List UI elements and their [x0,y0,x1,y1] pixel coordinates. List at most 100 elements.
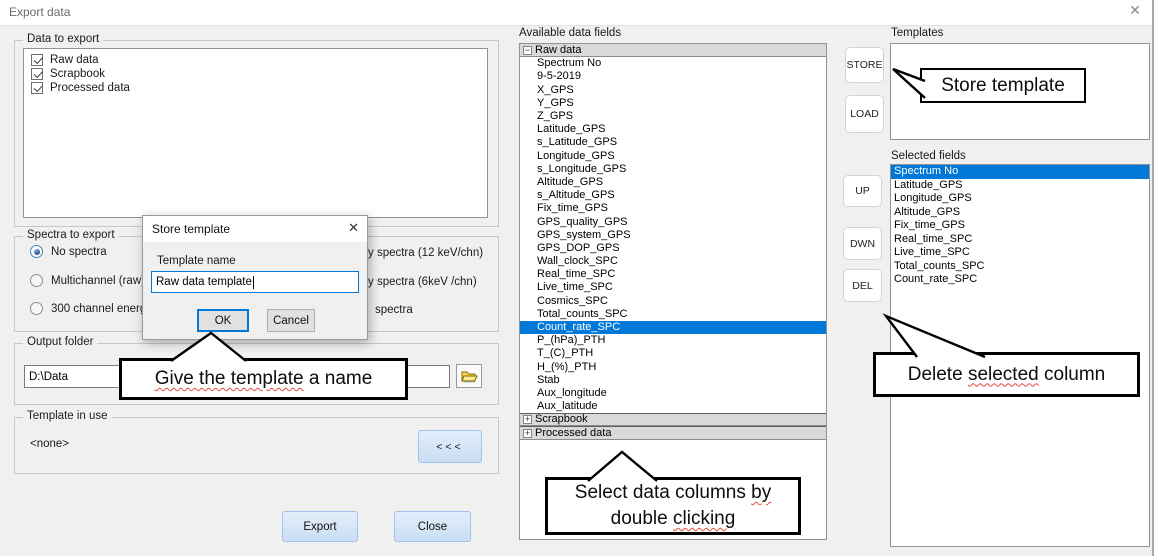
tree-item-row[interactable]: P_(hPa)_PTH [520,334,826,347]
tree-item-row[interactable]: X_GPS [520,84,826,97]
output-folder-label: Output folder [23,336,97,348]
checkbox-label: Processed data [50,82,130,94]
move-up-button[interactable]: UP [843,175,882,207]
tree-item-row[interactable]: Total_counts_SPC [520,308,826,321]
row-label: Aux_latitude [537,400,598,413]
tree-item-row[interactable]: Longitude_GPS [520,150,826,163]
radio-selected-icon[interactable] [30,245,43,258]
spectra-to-export-label: Spectra to export [23,229,119,241]
radio-icon[interactable] [30,274,43,287]
tree-item-row[interactable]: Latitude_GPS [520,123,826,136]
delete-field-button[interactable]: DEL [843,269,882,302]
checkbox-row[interactable]: Raw data [31,54,487,66]
tree-item-row[interactable]: Z_GPS [520,110,826,123]
tree-group-row[interactable]: +Processed data [520,426,826,439]
radio-row-no-spectra[interactable]: No spectra [30,245,107,258]
row-label: T_(C)_PTH [537,347,593,360]
export-button[interactable]: Export [282,511,358,542]
checkbox-row[interactable]: Scrapbook [31,68,487,80]
row-label: Raw data [535,44,581,57]
tree-item-row[interactable]: GPS_system_GPS [520,229,826,242]
load-template-button[interactable]: LOAD [845,95,884,133]
selected-field-row[interactable]: Longitude_GPS [891,192,1149,206]
tree-item-row[interactable]: Spectrum No [520,57,826,70]
callout-text-squiggled: clicking [673,508,735,529]
template-name-input[interactable]: Raw data template [151,271,359,293]
checkbox-checked-icon[interactable] [31,68,43,80]
selected-field-row[interactable]: Spectrum No [891,165,1149,179]
callout-text: Store template [941,73,1065,99]
tree-item-row[interactable]: T_(C)_PTH [520,347,826,360]
row-label: 9-5-2019 [537,70,581,83]
selected-field-row[interactable]: Altitude_GPS [891,206,1149,220]
row-label: Real_time_SPC [537,268,615,281]
tree-item-row[interactable]: Aux_latitude [520,400,826,413]
selected-field-row[interactable]: Count_rate_SPC [891,273,1149,287]
tree-item-row[interactable]: Aux_longitude [520,387,826,400]
template-in-use-value: <none> [30,438,69,450]
callout-text: Delete [908,364,968,385]
selected-field-row[interactable]: Real_time_SPC [891,233,1149,247]
tree-item-row[interactable]: H_(%)_PTH [520,361,826,374]
tree-item-row[interactable]: s_Latitude_GPS [520,136,826,149]
radio-icon[interactable] [30,302,43,315]
tree-item-row[interactable]: Wall_clock_SPC [520,255,826,268]
tree-item-row[interactable]: Real_time_SPC [520,268,826,281]
tree-item-row[interactable]: Count_rate_SPC [520,321,826,334]
tree-item-row[interactable]: Cosmics_SPC [520,295,826,308]
cancel-button[interactable]: Cancel [267,309,315,332]
selected-field-row[interactable]: Live_time_SPC [891,246,1149,260]
tree-item-row[interactable]: Y_GPS [520,97,826,110]
tree-group-row[interactable]: −Raw data [520,44,826,57]
tree-item-row[interactable]: 9-5-2019 [520,70,826,83]
radio-row-300channel[interactable]: 300 channel energy [30,302,152,315]
radio-row-multichannel[interactable]: Multichannel (raw) sp [30,274,160,287]
tree-item-row[interactable]: s_Altitude_GPS [520,189,826,202]
checkbox-checked-icon[interactable] [31,54,43,66]
expand-icon[interactable]: + [523,415,532,424]
recall-template-button[interactable]: <<< [418,430,482,463]
window-close-icon[interactable]: ✕ [1122,2,1148,22]
tree-item-row[interactable]: Stab [520,374,826,387]
close-button[interactable]: Close [394,511,471,542]
selected-field-row[interactable]: Total_counts_SPC [891,260,1149,274]
store-template-dialog: Store template ✕ Template name Raw data … [142,215,368,340]
row-label: Fix_time_GPS [537,202,608,215]
checkbox-row[interactable]: Processed data [31,82,487,94]
selected-field-row[interactable]: Fix_time_GPS [891,219,1149,233]
callout-text: double [611,508,673,529]
text-caret [253,276,254,289]
row-label: Stab [537,374,560,387]
template-name-label: Template name [157,255,236,267]
ok-button[interactable]: OK [197,309,249,332]
expand-icon[interactable]: + [523,429,532,438]
callout-give-name: Give the template a name [119,358,408,400]
row-label: Latitude_GPS [537,123,606,136]
row-label: Y_GPS [537,97,574,110]
browse-folder-button[interactable] [456,364,482,388]
checkbox-checked-icon[interactable] [31,82,43,94]
tree-item-row[interactable]: Altitude_GPS [520,176,826,189]
row-label: Processed data [535,427,611,440]
dialog-close-icon[interactable]: ✕ [348,220,359,236]
available-fields-list[interactable]: −Raw dataSpectrum No9-5-2019X_GPSY_GPSZ_… [519,43,827,540]
checkbox-label: Scrapbook [50,68,105,80]
row-label: X_GPS [537,84,574,97]
tree-group-row[interactable]: +Scrapbook [520,413,826,426]
collapse-icon[interactable]: − [523,46,532,55]
row-label: Altitude_GPS [537,176,603,189]
tree-item-row[interactable]: GPS_quality_GPS [520,215,826,228]
selected-field-row[interactable]: Latitude_GPS [891,179,1149,193]
move-down-button[interactable]: DWN [843,227,882,260]
tree-item-row[interactable]: Fix_time_GPS [520,202,826,215]
callout-text: column [1039,364,1106,385]
callout-text: a name [304,368,373,389]
tree-item-row[interactable]: Live_time_SPC [520,281,826,294]
tree-item-row[interactable]: GPS_DOP_GPS [520,242,826,255]
row-label: H_(%)_PTH [537,361,596,374]
checkbox-label: Raw data [50,54,99,66]
tree-item-row[interactable]: s_Longitude_GPS [520,163,826,176]
store-template-button[interactable]: STORE [845,47,884,83]
spectra-option-fragment: y spectra (12 keV/chn) [368,247,483,259]
row-label: Total_counts_SPC [537,308,628,321]
